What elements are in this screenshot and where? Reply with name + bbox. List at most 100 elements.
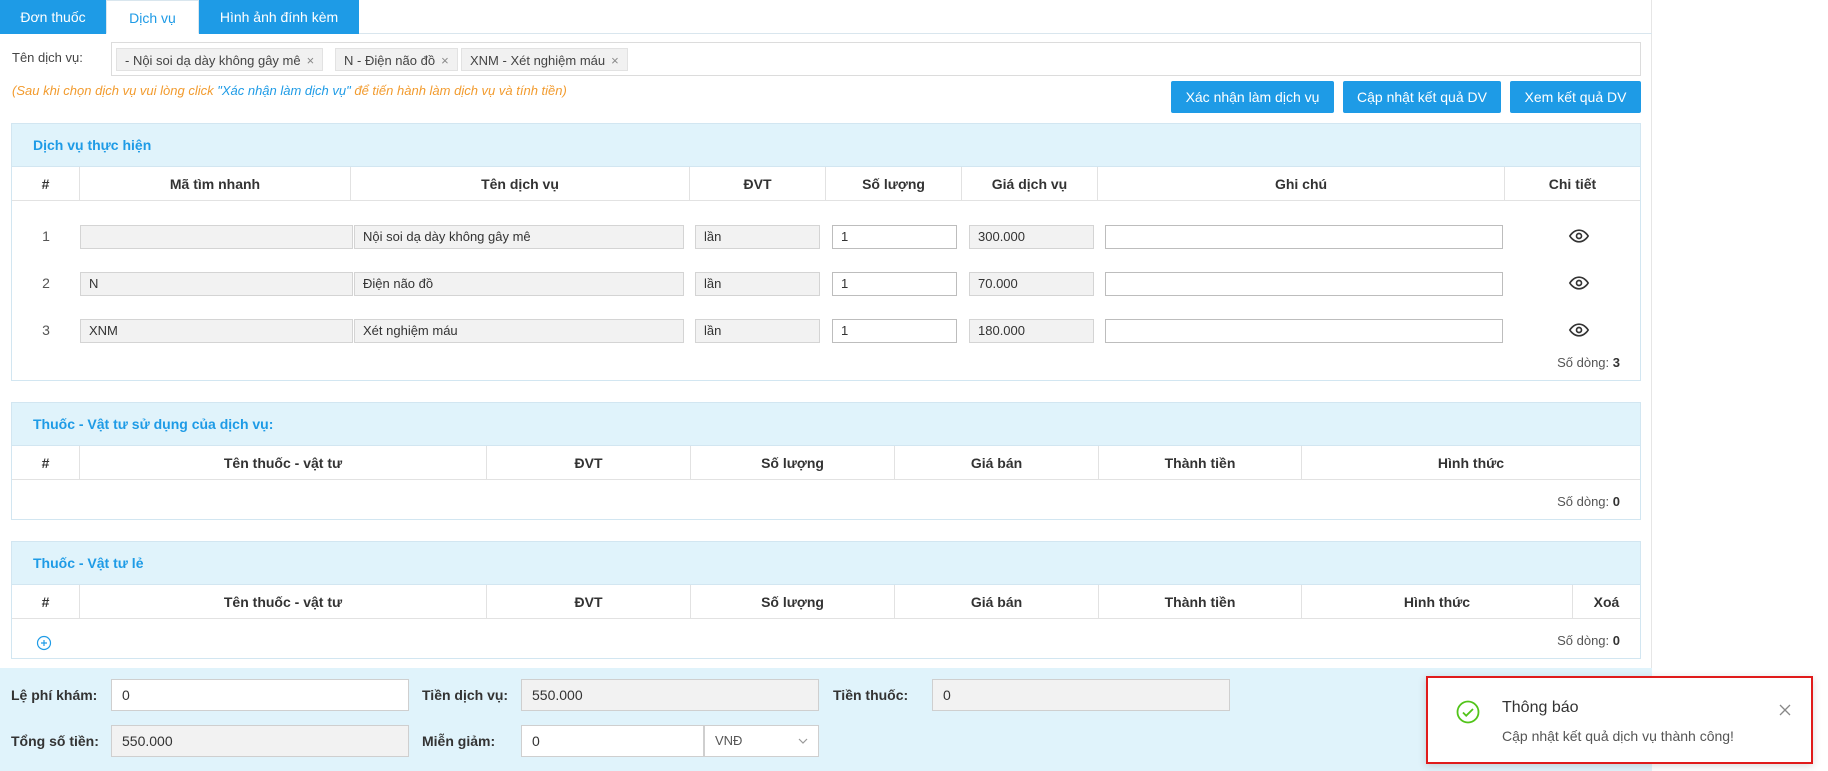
eye-icon[interactable]: [1568, 273, 1590, 293]
service-name-field: Điện não đồ: [354, 272, 684, 296]
row-count-value: 0: [1612, 494, 1620, 509]
price-field: 300.000: [969, 225, 1094, 249]
row-count: Số dòng: 0: [1557, 494, 1620, 509]
currency-select[interactable]: VNĐ: [704, 725, 819, 757]
hint-highlight: "Xác nhận làm dịch vụ": [217, 83, 351, 98]
table-row: 2 N Điện não đồ lần 1 70.000: [12, 260, 1640, 307]
eye-icon[interactable]: [1568, 320, 1590, 340]
services-panel: Dịch vụ thực hiện # Mã tìm nhanh Tên dịc…: [11, 123, 1641, 381]
column-header: Số lượng: [826, 167, 962, 201]
quick-code-field: N: [80, 272, 353, 296]
retail-panel-title: Thuốc - Vật tư lẻ: [12, 542, 1640, 585]
eye-icon[interactable]: [1568, 226, 1590, 246]
column-header: Giá bán: [895, 585, 1099, 619]
service-fee-field: 550.000: [521, 679, 819, 711]
quick-code-field: [80, 225, 353, 249]
service-fee-label: Tiền dịch vụ:: [422, 687, 509, 703]
discount-input[interactable]: 0: [521, 725, 704, 757]
quick-code-field: XNM: [80, 319, 353, 343]
confirm-service-button[interactable]: Xác nhận làm dịch vụ: [1171, 81, 1334, 113]
column-header: Chi tiết: [1548, 176, 1597, 192]
tab-bar: Đơn thuốc Dịch vụ Hình ảnh đính kèm: [0, 0, 1652, 34]
column-header: Ghi chú: [1098, 167, 1505, 201]
drug-fee-field: 0: [932, 679, 1230, 711]
note-input[interactable]: [1105, 225, 1503, 249]
tab-attachments[interactable]: Hình ảnh đính kèm: [199, 0, 359, 34]
materials-panel-title: Thuốc - Vật tư sử dụng của dịch vụ:: [12, 403, 1640, 446]
toast-title: Thông báo: [1502, 699, 1579, 716]
column-header: Mã tìm nhanh: [80, 167, 351, 201]
column-header: Thành tiền: [1099, 585, 1302, 619]
table-row: 1 Nội soi dạ dày không gây mê lần 1 300.…: [12, 213, 1640, 260]
update-result-button[interactable]: Cập nhật kết quả DV: [1343, 81, 1501, 113]
unit-field: lần: [695, 319, 820, 343]
service-tag: N - Điện não đồ ×: [335, 48, 458, 71]
column-header: Thành tiền: [1099, 446, 1302, 480]
unit-field: lần: [695, 225, 820, 249]
instruction-hint: (Sau khi chọn dịch vụ vui lòng click "Xá…: [12, 83, 567, 98]
success-check-icon: [1456, 700, 1480, 724]
service-name-field: Nội soi dạ dày không gây mê: [354, 225, 684, 249]
close-icon[interactable]: [1779, 704, 1791, 716]
toast-message: Cập nhật kết quả dịch vụ thành công!: [1502, 728, 1734, 744]
table-row: 3 XNM Xét nghiệm máu lần 1 180.000: [12, 307, 1640, 354]
remove-tag-icon[interactable]: ×: [307, 53, 315, 68]
row-count-label: Số dòng:: [1557, 494, 1610, 509]
row-count-label: Số dòng:: [1557, 355, 1610, 370]
service-materials-panel: Thuốc - Vật tư sử dụng của dịch vụ: # Tê…: [11, 402, 1641, 520]
column-header: Số lượng: [691, 446, 895, 480]
quantity-input[interactable]: 1: [832, 319, 957, 343]
column-header: #: [12, 446, 80, 480]
remove-tag-icon[interactable]: ×: [441, 53, 449, 68]
column-header: Số lượng: [691, 585, 895, 619]
service-select-label: Tên dịch vụ:: [12, 50, 83, 65]
row-number: 1: [42, 228, 50, 244]
price-field: 70.000: [969, 272, 1094, 296]
column-header: Tên dịch vụ: [351, 167, 690, 201]
row-count-value: 3: [1612, 355, 1620, 370]
service-tag: - Nội soi dạ dày không gây mê ×: [116, 48, 324, 71]
note-input[interactable]: [1105, 272, 1503, 296]
service-tag-label: N - Điện não đồ: [344, 53, 436, 68]
discount-label: Miễn giảm:: [422, 733, 496, 749]
service-tag-label: XNM - Xét nghiệm máu: [470, 53, 606, 68]
column-header: Xoá: [1593, 594, 1620, 610]
column-header: Tên thuốc - vật tư: [80, 585, 487, 619]
retail-materials-panel: Thuốc - Vật tư lẻ # Tên thuốc - vật tư Đ…: [11, 541, 1641, 659]
column-header: #: [12, 585, 80, 619]
column-header: Giá dịch vụ: [962, 167, 1098, 201]
column-header: Hình thức: [1437, 455, 1505, 471]
exam-fee-input[interactable]: 0: [111, 679, 409, 711]
price-field: 180.000: [969, 319, 1094, 343]
payment-summary: Lệ phí khám: 0 Tiền dịch vụ: 550.000 Tiề…: [0, 668, 1652, 771]
service-tag-label: - Nội soi dạ dày không gây mê: [125, 53, 301, 68]
add-row-icon[interactable]: [36, 635, 52, 651]
services-table-header: # Mã tìm nhanh Tên dịch vụ ĐVT Số lượng …: [12, 167, 1640, 201]
currency-value: VNĐ: [715, 733, 743, 748]
quantity-input[interactable]: 1: [832, 225, 957, 249]
service-multiselect[interactable]: - Nội soi dạ dày không gây mê × N - Điện …: [111, 42, 1641, 76]
row-count-label: Số dòng:: [1557, 633, 1610, 648]
total-field: 550.000: [111, 725, 409, 757]
hint-suffix: để tiến hành làm dịch vụ và tính tiền): [350, 83, 567, 98]
tab-services[interactable]: Dịch vụ: [106, 0, 199, 34]
row-count-value: 0: [1612, 633, 1620, 648]
column-header: Hình thức: [1302, 585, 1573, 619]
note-input[interactable]: [1105, 319, 1503, 343]
main-content: Đơn thuốc Dịch vụ Hình ảnh đính kèm Tên …: [0, 0, 1652, 771]
row-count: Số dòng: 3: [1557, 355, 1620, 370]
quantity-input[interactable]: 1: [832, 272, 957, 296]
retail-table-header: # Tên thuốc - vật tư ĐVT Số lượng Giá bá…: [12, 585, 1640, 619]
column-header: ĐVT: [690, 167, 826, 201]
column-header: Tên thuốc - vật tư: [80, 446, 487, 480]
row-number: 3: [42, 322, 50, 338]
view-result-button[interactable]: Xem kết quả DV: [1510, 81, 1641, 113]
remove-tag-icon[interactable]: ×: [611, 53, 619, 68]
exam-fee-label: Lệ phí khám:: [11, 687, 98, 703]
success-toast: Thông báo Cập nhật kết quả dịch vụ thành…: [1426, 676, 1813, 764]
column-header: Giá bán: [895, 446, 1099, 480]
drug-fee-label: Tiền thuốc:: [833, 687, 909, 703]
service-tag: XNM - Xét nghiệm máu ×: [461, 48, 628, 71]
column-header: ĐVT: [487, 446, 691, 480]
tab-prescription[interactable]: Đơn thuốc: [0, 0, 106, 34]
